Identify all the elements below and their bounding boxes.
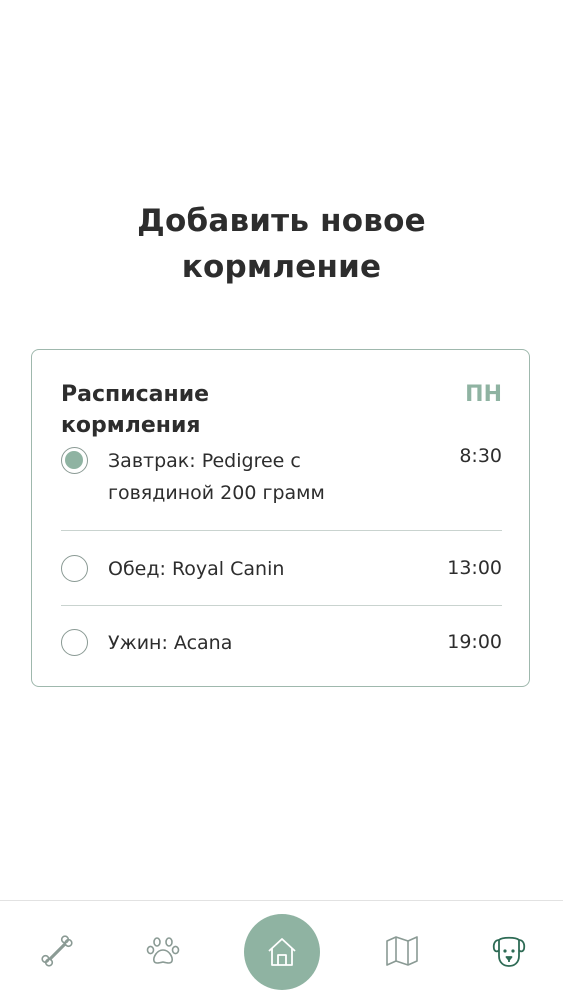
tab-bone[interactable]: [35, 929, 79, 973]
radio-dinner[interactable]: [61, 629, 88, 656]
row-divider: [61, 605, 502, 606]
meal-label-breakfast: Завтрак: Pedigree с говядиной 200 грамм: [108, 445, 368, 509]
meal-time-dinner: 19:00: [447, 631, 502, 653]
home-icon: [268, 938, 296, 966]
day-label[interactable]: ПН: [465, 379, 502, 410]
tab-home[interactable]: [244, 914, 320, 990]
meal-label-breakfast-line-1: Завтрак: Pedigree с: [108, 450, 301, 472]
meal-time-breakfast: 8:30: [459, 445, 502, 467]
feeding-row-breakfast[interactable]: Завтрак: Pedigree с говядиной 200 грамм …: [61, 445, 502, 509]
tab-dog[interactable]: [487, 929, 531, 973]
feeding-row-dinner[interactable]: Ужин: Acana 19:00: [61, 627, 502, 661]
page-title-line-1: Добавить новое: [137, 203, 426, 239]
tab-map[interactable]: [380, 929, 424, 973]
meal-label-breakfast-line-2: говядиной 200 грамм: [108, 482, 325, 504]
radio-lunch[interactable]: [61, 555, 88, 582]
page-title-line-2: кормление: [181, 249, 382, 285]
feeding-schedule-card: Расписание кормления ПН Завтрак: Pedigre…: [31, 349, 530, 687]
meal-time-lunch: 13:00: [447, 557, 502, 579]
meal-label-lunch: Обед: Royal Canin: [108, 558, 285, 580]
meal-label-dinner: Ужин: Acana: [108, 632, 233, 654]
schedule-title-line-2: кормления: [61, 413, 201, 438]
row-divider: [61, 530, 502, 531]
dog-icon: [492, 936, 526, 967]
bottom-tab-bar: [0, 900, 563, 1000]
feeding-row-lunch[interactable]: Обед: Royal Canin 13:00: [61, 553, 502, 587]
tab-paw[interactable]: [141, 929, 185, 973]
bone-icon: [41, 935, 73, 967]
map-icon: [386, 936, 418, 966]
radio-breakfast[interactable]: [61, 447, 88, 474]
page-title: Добавить новое кормление: [0, 198, 563, 290]
feeding-screen: Добавить новое кормление Расписание корм…: [0, 0, 563, 1000]
paw-icon: [146, 937, 180, 964]
schedule-title: Расписание кормления: [61, 379, 281, 441]
schedule-title-line-1: Расписание: [61, 382, 210, 407]
